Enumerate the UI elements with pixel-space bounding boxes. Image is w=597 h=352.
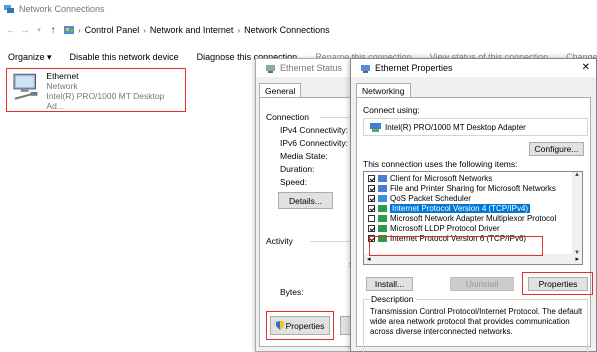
activity-group-label: Activity	[266, 236, 293, 246]
speed-label: Speed:	[280, 177, 307, 187]
forward-arrow-icon[interactable]: →	[18, 25, 32, 36]
component-icon	[378, 174, 387, 182]
address-bar: ← → ▾ ↑ › Control Panel › Network and In…	[0, 18, 597, 42]
scroll-right-icon[interactable]: ▸	[575, 255, 579, 263]
breadcrumb-separator-icon: ›	[237, 25, 241, 35]
disable-device-button[interactable]: Disable this network device	[70, 52, 179, 62]
networking-pane: Connect using: Intel(R) PRO/1000 MT Desk…	[356, 97, 593, 352]
details-button[interactable]: Details...	[278, 192, 333, 209]
component-label: QoS Packet Scheduler	[390, 193, 471, 203]
network-adapter-icon	[370, 122, 381, 132]
duration-label: Duration:	[280, 164, 315, 174]
explorer-window: { "window": {"title": "Network Connectio…	[0, 0, 597, 352]
tab-networking[interactable]: Networking	[356, 83, 411, 98]
window-titlebar: Network Connections	[0, 0, 597, 18]
component-item[interactable]: QoS Packet Scheduler	[364, 193, 574, 203]
close-icon[interactable]: ✕	[582, 62, 590, 73]
window-title: Network Connections	[19, 4, 105, 14]
scroll-left-icon[interactable]: ◂	[367, 255, 371, 263]
recent-dropdown-icon[interactable]: ▾	[32, 26, 46, 34]
ipv4-connectivity-label: IPv4 Connectivity:	[280, 125, 349, 135]
component-item[interactable]: Microsoft LLDP Protocol Driver	[364, 223, 574, 233]
up-arrow-icon[interactable]: ↑	[46, 25, 60, 36]
checkbox-unchecked-icon[interactable]	[368, 214, 375, 222]
breadcrumb-separator-icon: ›	[78, 25, 81, 35]
back-arrow-icon[interactable]: ←	[4, 25, 18, 36]
status-tabrow: General	[256, 81, 357, 98]
checkbox-checked-icon[interactable]	[368, 224, 375, 232]
items-label: This connection uses the following items…	[363, 159, 518, 169]
breadcrumb-control-panel[interactable]: Control Panel	[85, 25, 140, 35]
component-icon	[378, 214, 387, 222]
checkbox-checked-icon[interactable]	[368, 184, 375, 192]
network-connections-icon	[4, 4, 14, 13]
component-icon	[378, 184, 387, 192]
description-text: Transmission Control Protocol/Internet P…	[370, 307, 583, 336]
ethernet-adapter-item[interactable]: Ethernet Network Intel(R) PRO/1000 MT De…	[6, 68, 186, 112]
properties-highlight	[522, 272, 593, 295]
props-tabrow: Networking	[351, 81, 596, 98]
adapter-name: Ethernet	[46, 71, 79, 81]
status-dialog-title: Ethernet Status	[280, 63, 343, 73]
description-group: Description Transmission Control Protoco…	[363, 294, 588, 352]
component-item[interactable]: Client for Microsoft Networks	[364, 173, 574, 183]
status-properties-highlight	[266, 311, 334, 340]
bytes-label: Bytes:	[280, 287, 304, 297]
checkbox-checked-icon[interactable]	[368, 204, 375, 212]
list-vertical-scrollbar[interactable]: ▲ ▼	[572, 172, 582, 256]
component-item[interactable]: File and Printer Sharing for Microsoft N…	[364, 183, 574, 193]
uninstall-button[interactable]: Uninstall	[450, 277, 514, 291]
media-state-label: Media State:	[280, 151, 328, 161]
description-label: Description	[369, 294, 416, 304]
component-item[interactable]: Microsoft Network Adapter Multiplexor Pr…	[364, 213, 574, 223]
props-titlebar: Ethernet Properties ✕	[351, 59, 596, 77]
configure-button[interactable]: Configure...	[529, 142, 584, 156]
checkbox-checked-icon[interactable]	[368, 174, 375, 182]
status-dialog-icon	[266, 64, 275, 73]
install-button[interactable]: Install...	[366, 277, 413, 291]
component-icon	[378, 204, 387, 212]
component-icon	[378, 194, 387, 202]
component-label: Microsoft Network Adapter Multiplexor Pr…	[390, 213, 557, 223]
components-rows: Client for Microsoft Networks File and Pr…	[364, 173, 574, 243]
adapter-box: Intel(R) PRO/1000 MT Desktop Adapter	[363, 118, 588, 136]
status-titlebar: Ethernet Status	[256, 59, 357, 77]
adapter-network: Network	[46, 81, 78, 91]
checkbox-checked-icon[interactable]	[368, 194, 375, 202]
component-icon	[378, 224, 387, 232]
connect-using-label: Connect using:	[363, 105, 420, 115]
component-label: Internet Protocol Version 4 (TCP/IPv4)	[390, 203, 531, 213]
organize-menu[interactable]: Organize ▾	[8, 52, 52, 63]
component-label: File and Printer Sharing for Microsoft N…	[390, 183, 556, 193]
breadcrumb-network-internet[interactable]: Network and Internet	[150, 25, 234, 35]
ethernet-adapter-icon	[13, 73, 38, 100]
adapter-name-field: Intel(R) PRO/1000 MT Desktop Adapter	[385, 122, 526, 132]
ethernet-properties-dialog: Ethernet Properties ✕ Networking Connect…	[350, 58, 597, 352]
ethernet-status-dialog: Ethernet Status General Connection IPv4 …	[255, 58, 370, 352]
ipv4-highlight	[369, 236, 543, 256]
component-label: Microsoft LLDP Protocol Driver	[390, 223, 500, 233]
ipv6-connectivity-label: IPv6 Connectivity:	[280, 138, 349, 148]
connection-group-label: Connection	[266, 112, 310, 122]
adapter-device: Intel(R) PRO/1000 MT Desktop Ad...	[46, 91, 165, 111]
control-panel-icon	[64, 25, 74, 34]
component-item[interactable]: Internet Protocol Version 4 (TCP/IPv4)	[364, 203, 574, 213]
breadcrumb-network-connections[interactable]: Network Connections	[244, 25, 330, 35]
tab-general[interactable]: General	[259, 83, 302, 98]
component-label: Client for Microsoft Networks	[390, 173, 493, 183]
breadcrumb-separator-icon: ›	[143, 25, 146, 35]
status-general-pane: Connection IPv4 Connectivity: IPv6 Conne…	[259, 97, 370, 347]
scroll-up-icon[interactable]: ▲	[572, 172, 582, 178]
props-dialog-title: Ethernet Properties	[375, 63, 453, 73]
props-dialog-icon	[361, 64, 370, 73]
